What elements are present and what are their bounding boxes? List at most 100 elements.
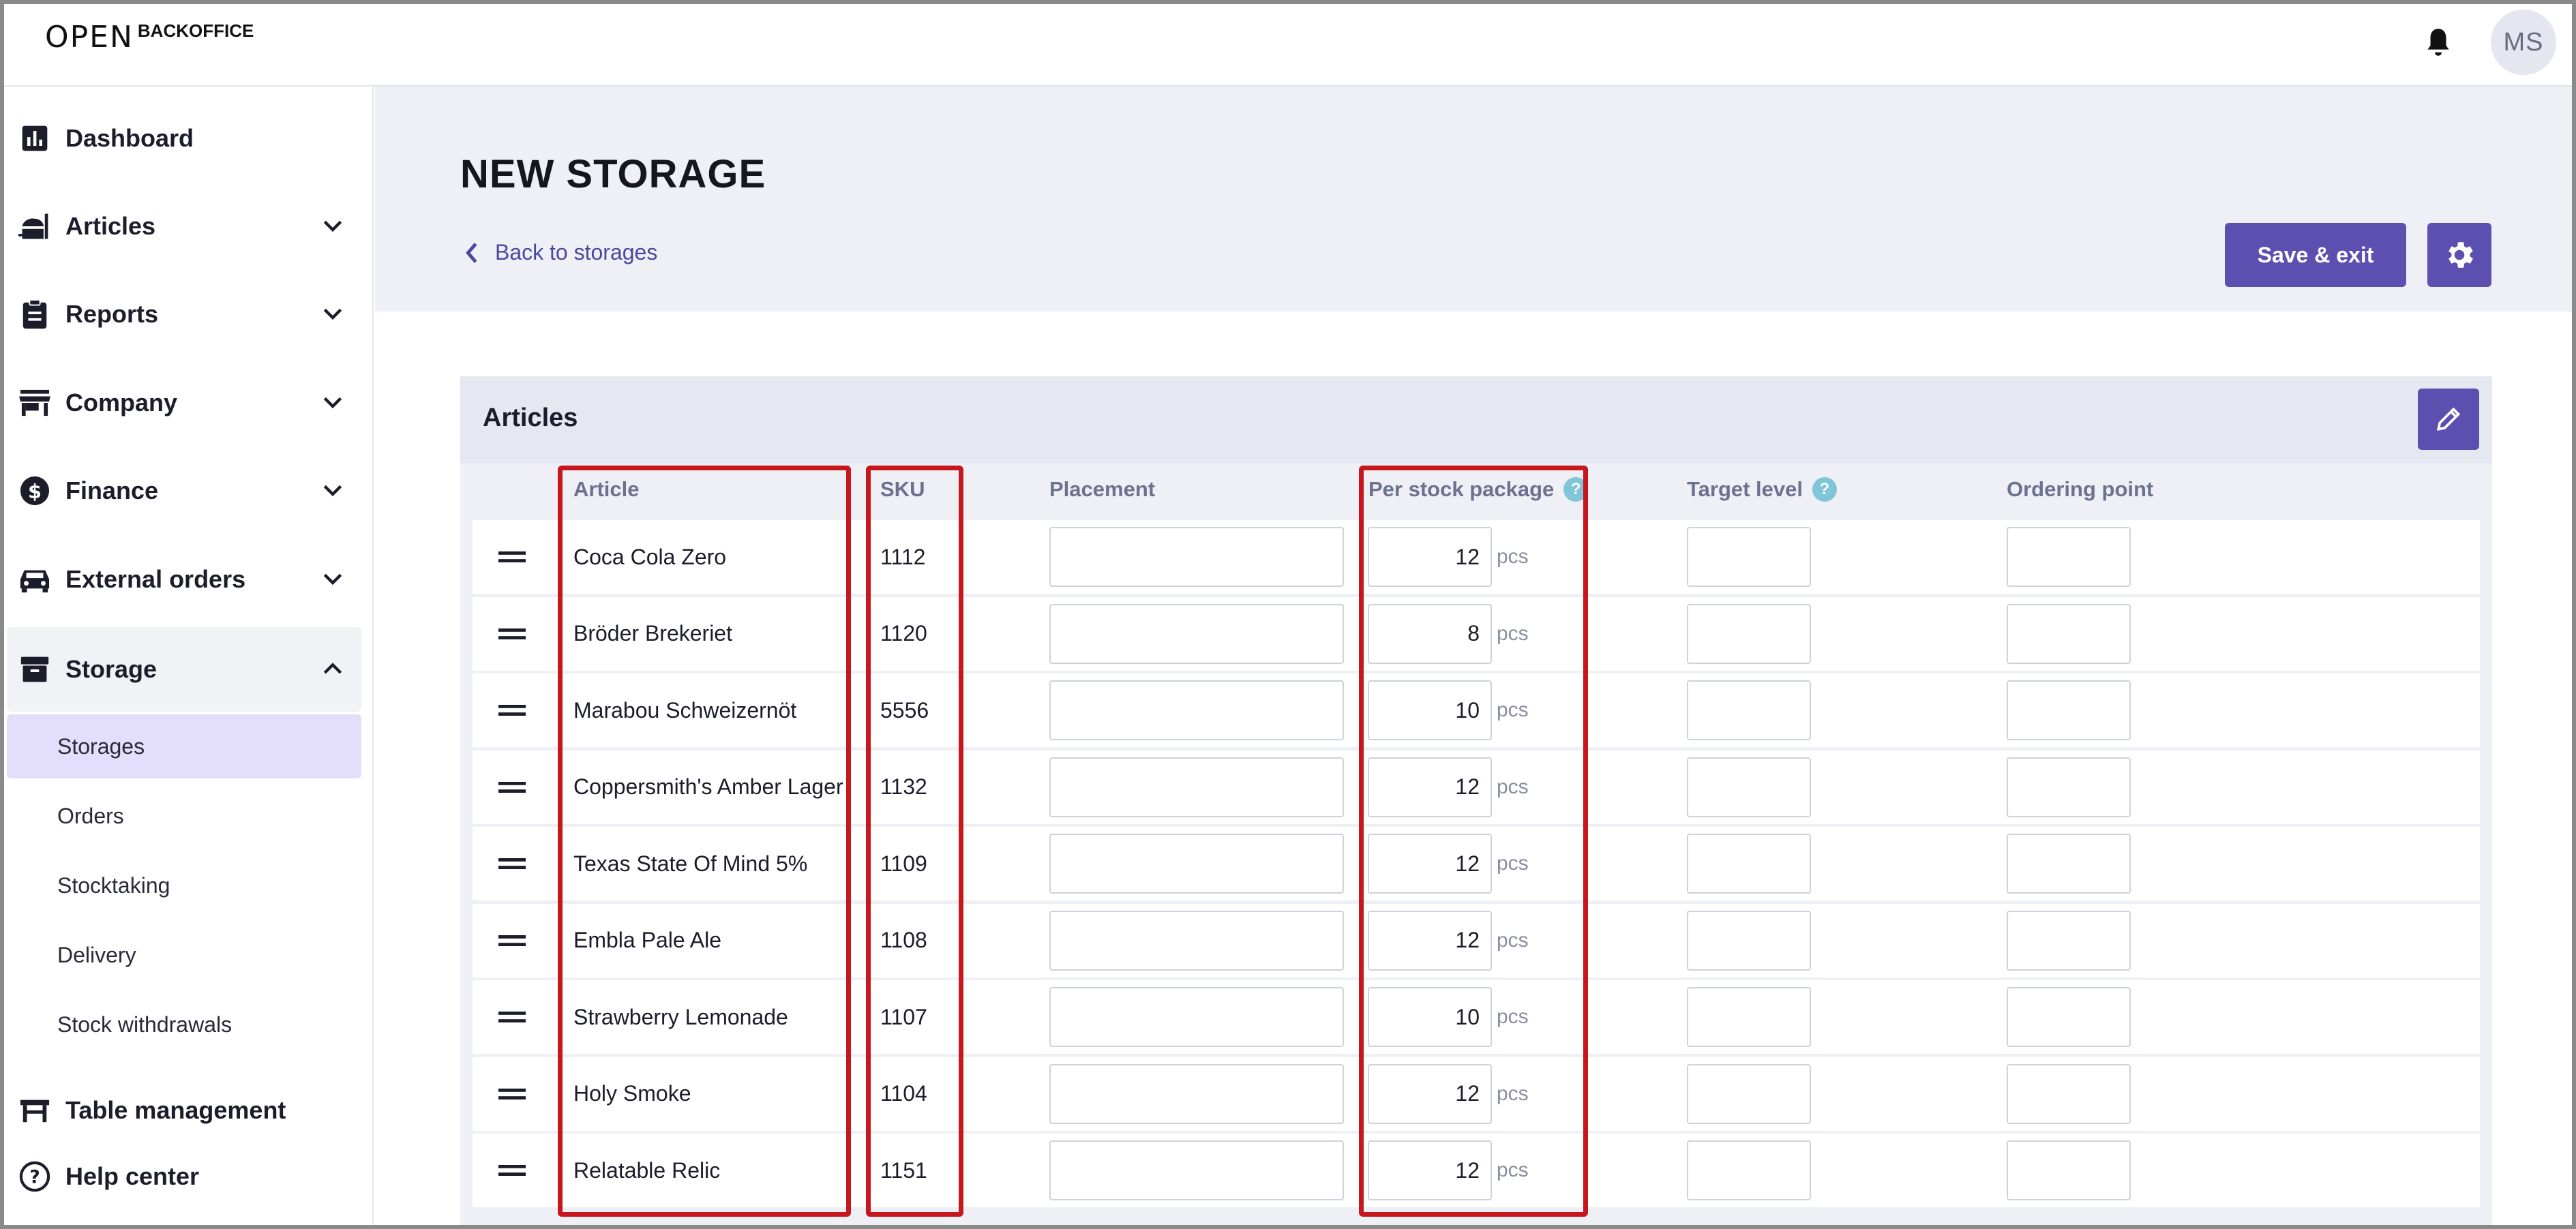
settings-button[interactable] <box>2427 223 2491 287</box>
placement-input[interactable] <box>1049 603 1344 664</box>
per-stock-package-input[interactable]: 12 <box>1368 910 1492 971</box>
ordering-point-input[interactable] <box>2007 1140 2131 1200</box>
chart-bar-icon <box>18 121 52 155</box>
articles-panel-header <box>460 376 2492 464</box>
article-name: Coppersmith's Amber Lager <box>573 774 843 799</box>
per-stock-package-input[interactable]: 12 <box>1368 757 1492 817</box>
pencil-icon <box>2436 407 2461 431</box>
sidebar-item-articles[interactable]: Articles <box>7 194 361 259</box>
sidebar-item-external-orders[interactable]: External orders <box>7 547 361 612</box>
save-and-exit-button[interactable]: Save & exit <box>2225 223 2406 287</box>
target-level-input[interactable] <box>1687 603 1811 664</box>
clipboard-icon <box>18 297 52 331</box>
drag-handle-icon[interactable] <box>493 1057 531 1131</box>
sidebar-subitem-stocktaking[interactable]: Stocktaking <box>7 853 361 917</box>
column-header-sku: SKU <box>880 477 925 501</box>
article-name: Coca Cola Zero <box>573 544 727 569</box>
article-name: Relatable Relic <box>573 1157 721 1183</box>
placement-input[interactable] <box>1049 1063 1344 1124</box>
sidebar-subitem-stock-withdrawals[interactable]: Stock withdrawals <box>7 992 361 1057</box>
page-title: NEW STORAGE <box>460 152 766 196</box>
target-level-input[interactable] <box>1687 757 1811 817</box>
ordering-point-input[interactable] <box>2007 527 2131 587</box>
placement-input[interactable] <box>1049 1140 1344 1200</box>
sidebar-subitem-delivery[interactable]: Delivery <box>7 923 361 987</box>
ordering-point-input[interactable] <box>2007 987 2131 1047</box>
ordering-point-input[interactable] <box>2007 757 2131 817</box>
drag-handle-icon[interactable] <box>493 520 531 594</box>
help-badge-icon[interactable]: ? <box>1563 477 1589 502</box>
sidebar-item-reports[interactable]: Reports <box>7 282 361 347</box>
article-sku: 1104 <box>880 1081 927 1106</box>
column-header-article: Article <box>573 477 640 501</box>
per-stock-package-input[interactable]: 12 <box>1368 1063 1492 1124</box>
ordering-point-input[interactable] <box>2007 1063 2131 1124</box>
drag-handle-icon[interactable] <box>493 750 531 824</box>
articles-panel-title: Articles <box>483 404 578 432</box>
table-row: Strawberry Lemonade 1107 10 pcs <box>473 980 2480 1054</box>
sidebar-item-table-management[interactable]: Table management <box>7 1078 361 1143</box>
table-row: Holy Smoke 1104 12 pcs <box>473 1057 2480 1131</box>
help-badge-icon[interactable]: ? <box>1812 477 1838 502</box>
per-stock-package-input[interactable]: 12 <box>1368 1140 1492 1200</box>
placement-input[interactable] <box>1049 527 1344 587</box>
placement-input[interactable] <box>1049 834 1344 894</box>
chevron-down-icon <box>323 485 342 497</box>
sidebar-item-finance[interactable]: $ Finance <box>7 458 361 524</box>
article-sku: 5556 <box>880 697 929 723</box>
sidebar-item-label: Company <box>65 389 178 416</box>
sidebar-item-dashboard[interactable]: Dashboard <box>7 106 361 171</box>
sidebar: Dashboard Articles Reports Company $ Fin… <box>0 87 374 1229</box>
sidebar-item-storage[interactable]: Storage <box>7 627 361 712</box>
table-row: Coppersmith's Amber Lager 1132 12 pcs <box>473 750 2480 824</box>
avatar[interactable]: MS <box>2491 10 2556 75</box>
target-level-input[interactable] <box>1687 680 1811 740</box>
ordering-point-input[interactable] <box>2007 834 2131 894</box>
placement-input[interactable] <box>1049 987 1344 1047</box>
chevron-down-icon <box>323 397 342 409</box>
sidebar-item-label: Table management <box>65 1096 286 1124</box>
target-level-input[interactable] <box>1687 1140 1811 1200</box>
ordering-point-input[interactable] <box>2007 603 2131 664</box>
edit-articles-button[interactable] <box>2418 389 2479 450</box>
placement-input[interactable] <box>1049 757 1344 817</box>
per-stock-package-input[interactable]: 8 <box>1368 603 1492 664</box>
drag-handle-icon[interactable] <box>493 673 531 747</box>
drag-handle-icon[interactable] <box>493 827 531 900</box>
article-sku: 1108 <box>880 928 927 952</box>
logo[interactable]: OPEN BACKOFFICE <box>45 20 254 55</box>
unit-label: pcs <box>1497 699 1529 721</box>
article-sku: 1107 <box>880 1004 927 1029</box>
per-stock-package-input[interactable]: 10 <box>1368 680 1492 740</box>
placement-input[interactable] <box>1049 910 1344 971</box>
sidebar-item-company[interactable]: Company <box>7 370 361 436</box>
sidebar-subitem-storages[interactable]: Storages <box>7 714 361 778</box>
drag-handle-icon[interactable] <box>493 980 531 1054</box>
drag-handle-icon[interactable] <box>493 597 531 671</box>
target-level-input[interactable] <box>1687 1063 1811 1124</box>
notification-bell-icon[interactable] <box>2421 25 2456 60</box>
per-stock-package-input[interactable]: 10 <box>1368 987 1492 1047</box>
unit-label: pcs <box>1497 545 1529 568</box>
article-name: Bröder Brekeriet <box>573 621 732 646</box>
target-level-input[interactable] <box>1687 527 1811 587</box>
sidebar-item-label: External orders <box>65 565 246 593</box>
unit-label: pcs <box>1497 852 1529 875</box>
back-to-storages-link[interactable]: Back to storages <box>464 240 657 265</box>
target-level-input[interactable] <box>1687 987 1811 1047</box>
placement-input[interactable] <box>1049 680 1344 740</box>
ordering-point-input[interactable] <box>2007 910 2131 971</box>
table-row: Marabou Schweizernöt 5556 10 pcs <box>473 673 2480 747</box>
sidebar-item-help-center[interactable]: ? Help center <box>7 1144 361 1209</box>
per-stock-package-input[interactable]: 12 <box>1368 834 1492 894</box>
target-level-input[interactable] <box>1687 834 1811 894</box>
unit-label: pcs <box>1497 1082 1529 1105</box>
chevron-down-icon <box>323 220 342 232</box>
drag-handle-icon[interactable] <box>493 1134 531 1207</box>
ordering-point-input[interactable] <box>2007 680 2131 740</box>
per-stock-package-input[interactable]: 12 <box>1368 527 1492 587</box>
drag-handle-icon[interactable] <box>493 904 531 977</box>
sidebar-subitem-orders[interactable]: Orders <box>7 784 361 848</box>
sidebar-item-label: Help center <box>65 1162 200 1190</box>
target-level-input[interactable] <box>1687 910 1811 971</box>
